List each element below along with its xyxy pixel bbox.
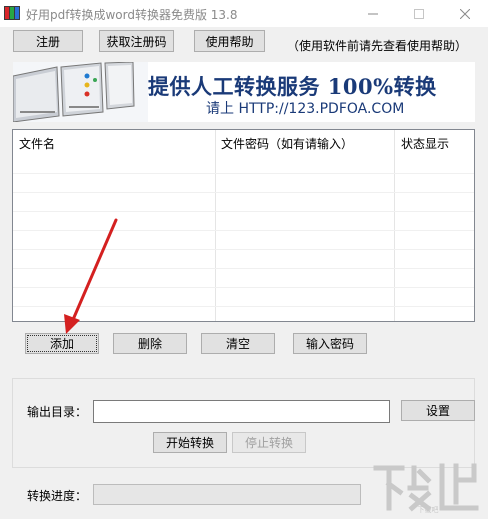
delete-button[interactable]: 删除: [113, 333, 187, 354]
start-convert-button[interactable]: 开始转换: [153, 432, 227, 453]
conversion-progress-bar: [93, 484, 361, 505]
close-icon: [460, 8, 470, 19]
minimize-icon: [368, 13, 378, 14]
close-button[interactable]: [442, 0, 488, 27]
register-button[interactable]: 注册: [13, 30, 83, 52]
column-header-password[interactable]: 文件密码（如有请输入）: [215, 130, 395, 154]
output-dir-label: 输出目录：: [27, 405, 88, 419]
output-group: [12, 378, 475, 468]
banner-title: 提供人工转换服务 100%转换: [148, 74, 437, 99]
output-dir-input[interactable]: [93, 400, 390, 423]
row-line: [13, 192, 474, 193]
column-header-filename[interactable]: 文件名: [13, 130, 215, 154]
add-button[interactable]: 添加: [25, 333, 99, 354]
row-line: [13, 211, 474, 212]
column-divider: [215, 130, 216, 321]
enter-password-button[interactable]: 输入密码: [293, 333, 367, 354]
maximize-icon: [414, 8, 424, 19]
get-registration-code-button[interactable]: 获取注册码: [99, 30, 174, 52]
column-divider: [394, 130, 395, 321]
row-line: [13, 173, 474, 174]
settings-button[interactable]: 设置: [401, 400, 475, 421]
watermark-logo: 下载吧: [373, 463, 479, 514]
help-hint: （使用软件前请先查看使用帮助）: [287, 39, 468, 53]
help-button[interactable]: 使用帮助: [194, 30, 265, 52]
window-title: 好用pdf转换成word转换器免费版 13.8: [26, 8, 238, 22]
clear-button[interactable]: 清空: [201, 333, 275, 354]
red-arrow-annotation: [64, 218, 118, 334]
banner-url[interactable]: 请上 HTTP://123.PDFOA.COM: [206, 98, 404, 118]
watermark-text: 下载吧: [418, 505, 439, 514]
title-bar: 好用pdf转换成word转换器免费版 13.8: [0, 0, 488, 27]
ad-banner[interactable]: 提供人工转换服务 100%转换 请上 HTTP://123.PDFOA.COM: [13, 62, 475, 122]
file-list-header: 文件名 文件密码（如有请输入） 状态显示: [13, 130, 474, 154]
app-icon: [4, 6, 20, 20]
progress-label: 转换进度：: [27, 489, 88, 503]
whiteboard-illustration: [13, 62, 148, 122]
column-header-status[interactable]: 状态显示: [395, 130, 474, 154]
minimize-button[interactable]: [350, 0, 396, 27]
stop-convert-button[interactable]: 停止转换: [232, 432, 306, 453]
maximize-button[interactable]: [396, 0, 442, 27]
